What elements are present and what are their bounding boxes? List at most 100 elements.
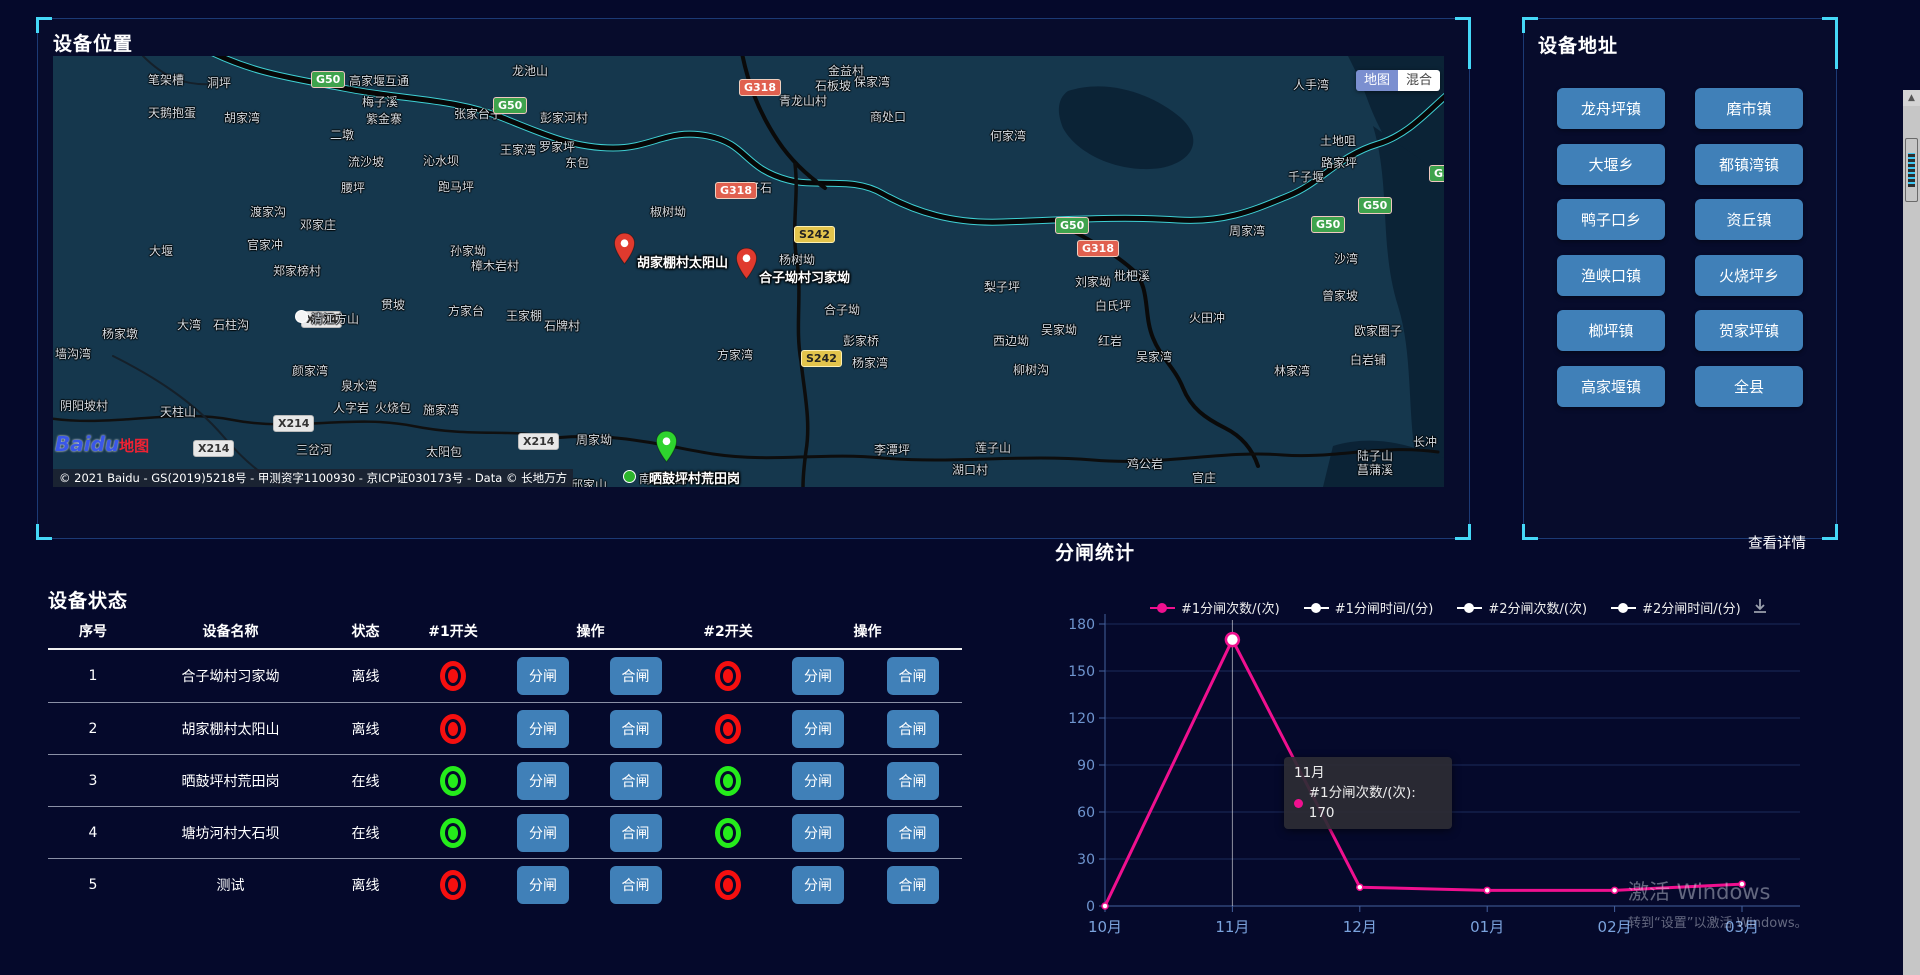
corner-accent [36,17,52,33]
switch-indicator-green [440,818,466,848]
sw1-close-button[interactable]: 合闸 [610,710,662,748]
map-place-label: 郑家榜村 [273,262,321,279]
road-badge-g50: G50 [1311,216,1345,233]
sw1-open-button[interactable]: 分闸 [517,814,569,852]
map-place-label: 樟木岩村 [471,257,519,274]
switch-indicator-green [715,818,741,848]
map-place-label: 邱家山 [571,476,607,487]
map-place-label: 官家冲 [247,236,283,253]
sw2-close-button[interactable]: 合闸 [887,866,939,904]
road-badge-g50: G50 [493,97,527,114]
scrollbar-thumb[interactable] [1905,138,1918,202]
address-button-12[interactable]: 全县 [1695,366,1803,407]
device-name: 测试 [138,875,323,895]
map-marker-pin[interactable] [613,232,636,269]
svg-text:02月: 02月 [1598,918,1632,936]
address-button-2[interactable]: 磨市镇 [1695,88,1803,129]
sw1-open-button[interactable]: 分闸 [517,657,569,695]
sw2-open-button[interactable]: 分闸 [792,866,844,904]
map-place-label: 流沙坡 [348,153,384,170]
device-location-panel: 设备位置 笔架槽洞坪天鹅抱蛋胡家湾高家堰互通梅子溪紫金寨张家台子彭家河村龙池山金… [37,18,1470,539]
map-place-label: 合子坳 [824,301,860,318]
sw2 [683,870,773,900]
road-badge-x214: X214 [193,440,234,457]
address-button-8[interactable]: 火烧坪乡 [1695,255,1803,296]
sw2-close-button[interactable]: 合闸 [887,814,939,852]
map-place-label: 腰坪 [341,179,365,196]
map-place-label: 颜家湾 [292,362,328,379]
svg-text:01月: 01月 [1470,918,1504,936]
map-place-label: 洞坪 [207,74,231,91]
map-type-map-button[interactable]: 地图 [1356,70,1398,91]
device-status: 离线 [323,719,408,739]
map-place-label: 红岩 [1098,332,1122,349]
switch-indicator-red [715,661,741,691]
address-button-6[interactable]: 资丘镇 [1695,199,1803,240]
sw2-close-button[interactable]: 合闸 [887,762,939,800]
column-header: 设备名称 [138,621,323,641]
sw1 [408,714,498,744]
sw1-open-button[interactable]: 分闸 [517,762,569,800]
road-badge-g318: G318 [1077,240,1119,257]
sw2-close-button[interactable]: 合闸 [887,710,939,748]
address-button-10[interactable]: 贺家坪镇 [1695,310,1803,351]
sw2-close-button[interactable]: 合闸 [887,657,939,695]
device-name: 胡家棚村太阳山 [138,719,323,739]
map-place-label: 彭家河村 [540,109,588,126]
baidu-map[interactable]: 笔架槽洞坪天鹅抱蛋胡家湾高家堰互通梅子溪紫金寨张家台子彭家河村龙池山金益村石板坡… [53,56,1444,487]
svg-text:180: 180 [1068,617,1095,633]
column-header: 序号 [48,621,138,641]
map-place-label: 林家湾 [1274,362,1310,379]
indicator-dot [723,774,733,788]
indicator-dot [448,669,458,683]
address-button-11[interactable]: 高家堰镇 [1557,366,1665,407]
sw1-close-button[interactable]: 合闸 [610,762,662,800]
map-place-label: 阴阳坡村 [60,397,108,414]
address-button-5[interactable]: 鸭子口乡 [1557,199,1665,240]
device-name: 塘坊河村大石坝 [138,823,323,843]
address-button-9[interactable]: 榔坪镇 [1557,310,1665,351]
sw2-open-button[interactable]: 分闸 [792,657,844,695]
view-details-link[interactable]: 查看详情 [1748,532,1806,553]
svg-text:60: 60 [1077,805,1095,821]
map-place-label: 龙池山 [512,62,548,79]
sw1-close-button[interactable]: 合闸 [610,866,662,904]
tooltip-month: 11月 [1294,763,1442,783]
tooltip-series-dot [1294,799,1303,808]
sw1 [408,818,498,848]
map-place-label: 商处口 [870,108,906,125]
address-button-1[interactable]: 龙舟坪镇 [1557,88,1665,129]
sw2-open-button[interactable]: 分闸 [792,710,844,748]
address-panel-title: 设备地址 [1538,31,1618,58]
address-button-3[interactable]: 大堰乡 [1557,144,1665,185]
map-type-hybrid-button[interactable]: 混合 [1398,70,1440,91]
sw2 [683,766,773,796]
device-name: 合子坳村习家坳 [138,666,323,686]
corner-accent [1822,17,1838,69]
device-address-panel: 设备地址 龙舟坪镇磨市镇大堰乡都镇湾镇鸭子口乡资丘镇渔峡口镇火烧坪乡榔坪镇贺家坪… [1523,18,1837,539]
map-place-label: 胡家湾 [224,109,260,126]
sw1 [408,661,498,691]
sw1-close-button[interactable]: 合闸 [610,814,662,852]
map-place-label: 鸡公岩 [1127,455,1163,472]
sw2-open-button[interactable]: 分闸 [792,814,844,852]
device-status: 离线 [323,666,408,686]
map-marker-pin[interactable] [735,247,758,284]
map-place-label: 吴家湾 [1136,348,1172,365]
address-button-4[interactable]: 都镇湾镇 [1695,144,1803,185]
indicator-dot [448,878,458,892]
sw1-open-button[interactable]: 分闸 [517,710,569,748]
scrollbar-track[interactable] [1903,90,1920,975]
sw1-open-button[interactable]: 分闸 [517,866,569,904]
sw2-open-button[interactable]: 分闸 [792,762,844,800]
address-button-7[interactable]: 渔峡口镇 [1557,255,1665,296]
poi-label: 清江方山 [311,310,359,327]
scrollbar-up-arrow[interactable]: ▲ [1903,90,1920,106]
corner-accent [1522,17,1538,33]
map-place-label: 梅子溪 [362,93,398,110]
map-marker-pin[interactable] [655,430,678,467]
device-name: 晒鼓坪村荒田岗 [138,771,323,791]
chart-tooltip: 11月 #1分闸次数/(次): 170 [1284,757,1452,829]
sw1-close-button[interactable]: 合闸 [610,657,662,695]
svg-text:30: 30 [1077,852,1095,868]
